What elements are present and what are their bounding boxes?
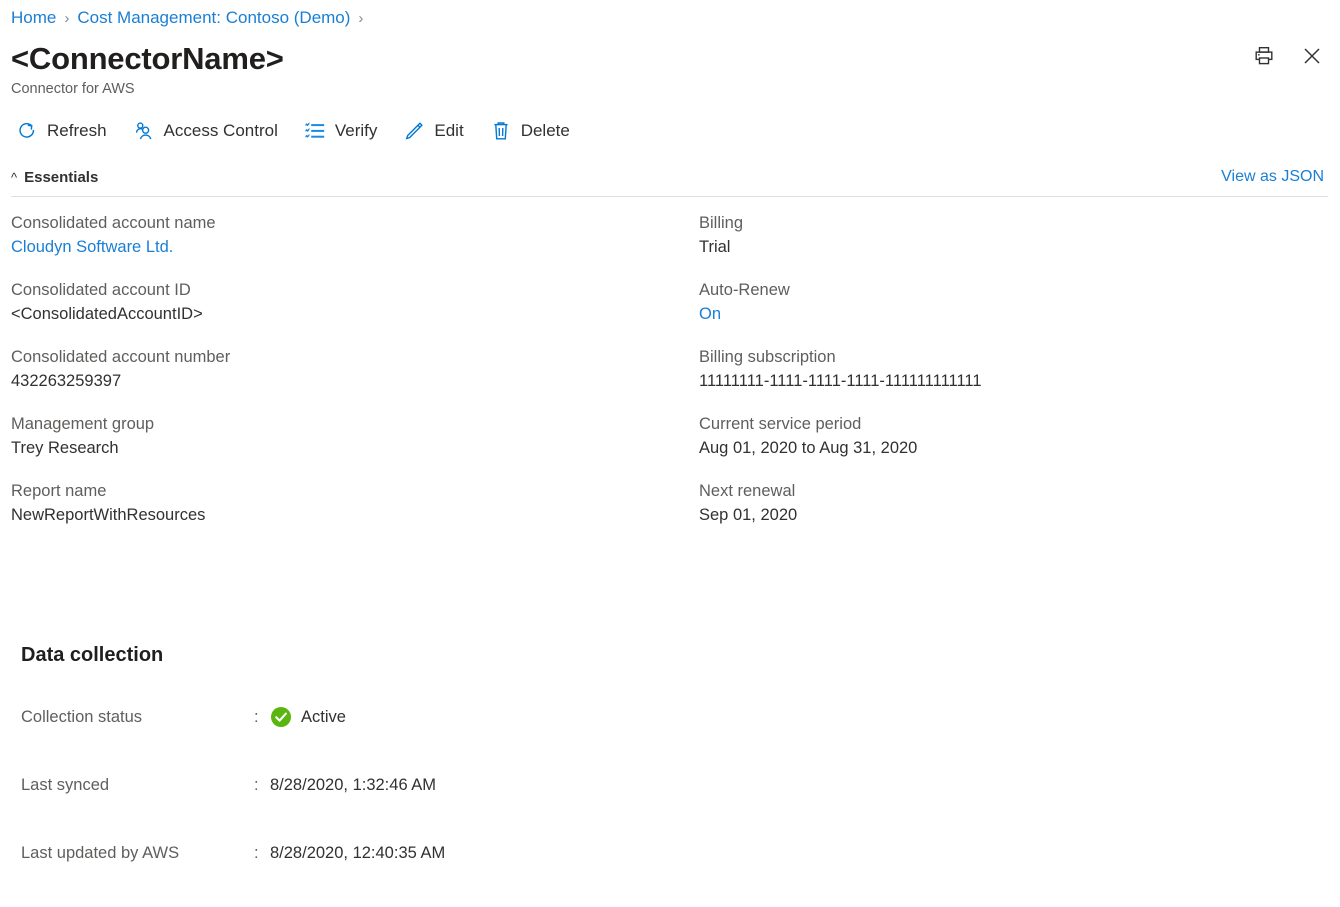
row-label: Last synced bbox=[21, 776, 254, 795]
edit-pencil-icon bbox=[403, 120, 425, 142]
essentials-field: Report name NewReportWithResources bbox=[11, 479, 670, 528]
row-value-wrap: Active bbox=[270, 706, 346, 728]
field-value[interactable]: On bbox=[699, 302, 1340, 327]
field-key: Auto-Renew bbox=[699, 278, 1340, 302]
data-collection-rows: Collection status : Active Last synced :… bbox=[21, 703, 445, 867]
essentials-body: Consolidated account name Cloudyn Softwa… bbox=[0, 197, 1340, 211]
refresh-icon bbox=[16, 120, 38, 142]
breadcrumb: Home › Cost Management: Contoso (Demo) › bbox=[0, 0, 1340, 31]
essentials-field: Consolidated account name Cloudyn Softwa… bbox=[11, 211, 670, 260]
command-bar: Refresh Access Control bbox=[0, 97, 1340, 149]
verify-button[interactable]: Verify bbox=[304, 120, 378, 142]
essentials-field: Current service period Aug 01, 2020 to A… bbox=[699, 412, 1340, 461]
row-colon: : bbox=[254, 844, 270, 863]
access-control-button[interactable]: Access Control bbox=[133, 120, 278, 142]
essentials-field: Billing Trial bbox=[699, 211, 1340, 260]
row-label: Collection status bbox=[21, 708, 254, 727]
field-key: Next renewal bbox=[699, 479, 1340, 503]
refresh-label: Refresh bbox=[47, 121, 107, 141]
edit-label: Edit bbox=[434, 121, 463, 141]
essentials-field: Next renewal Sep 01, 2020 bbox=[699, 479, 1340, 528]
row-value: 8/28/2020, 12:40:35 AM bbox=[270, 844, 445, 863]
delete-button[interactable]: Delete bbox=[490, 120, 570, 142]
delete-label: Delete bbox=[521, 121, 570, 141]
status-badge: Active bbox=[301, 708, 346, 727]
field-key: Consolidated account ID bbox=[11, 278, 670, 302]
field-key: Billing subscription bbox=[699, 345, 1340, 369]
verify-label: Verify bbox=[335, 121, 378, 141]
view-as-json-link[interactable]: View as JSON bbox=[1221, 168, 1324, 186]
essentials-column-left: Consolidated account name Cloudyn Softwa… bbox=[0, 211, 670, 546]
field-value: Sep 01, 2020 bbox=[699, 503, 1340, 528]
data-collection-title: Data collection bbox=[21, 644, 445, 667]
row-colon: : bbox=[254, 708, 270, 727]
collection-status-row: Collection status : Active bbox=[21, 703, 445, 731]
title-area: <ConnectorName> Connector for AWS bbox=[0, 31, 1340, 97]
field-key: Consolidated account name bbox=[11, 211, 670, 235]
field-key: Report name bbox=[11, 479, 670, 503]
print-icon[interactable] bbox=[1251, 43, 1277, 69]
refresh-button[interactable]: Refresh bbox=[16, 120, 107, 142]
access-control-icon bbox=[133, 120, 155, 142]
close-icon[interactable] bbox=[1299, 43, 1325, 69]
essentials-label: Essentials bbox=[24, 169, 98, 186]
last-updated-by-aws-row: Last updated by AWS : 8/28/2020, 12:40:3… bbox=[21, 839, 445, 867]
verify-checklist-icon bbox=[304, 120, 326, 142]
essentials-field: Billing subscription 11111111-1111-1111-… bbox=[699, 345, 1340, 394]
field-value: 432263259397 bbox=[11, 369, 670, 394]
breadcrumb-item-cost-management[interactable]: Cost Management: Contoso (Demo) bbox=[77, 8, 350, 28]
row-value: 8/28/2020, 1:32:46 AM bbox=[270, 776, 436, 795]
breadcrumb-separator-icon-2: › bbox=[358, 10, 363, 27]
page-title: <ConnectorName> bbox=[11, 41, 1340, 77]
essentials-field: Consolidated account ID <ConsolidatedAcc… bbox=[11, 278, 670, 327]
field-key: Billing bbox=[699, 211, 1340, 235]
essentials-field: Consolidated account number 432263259397 bbox=[11, 345, 670, 394]
row-label: Last updated by AWS bbox=[21, 844, 254, 863]
breadcrumb-item-home[interactable]: Home bbox=[11, 8, 56, 28]
data-collection-section: Data collection Collection status : Acti… bbox=[0, 600, 445, 907]
field-value: <ConsolidatedAccountID> bbox=[11, 302, 670, 327]
essentials-header: ^ Essentials View as JSON bbox=[0, 165, 1340, 189]
field-value: NewReportWithResources bbox=[11, 503, 670, 528]
breadcrumb-separator-icon: › bbox=[64, 10, 69, 27]
last-synced-row: Last synced : 8/28/2020, 1:32:46 AM bbox=[21, 771, 445, 799]
field-key: Current service period bbox=[699, 412, 1340, 436]
field-key: Consolidated account number bbox=[11, 345, 670, 369]
chevron-up-icon: ^ bbox=[11, 171, 17, 184]
field-value: Aug 01, 2020 to Aug 31, 2020 bbox=[699, 436, 1340, 461]
row-colon: : bbox=[254, 776, 270, 795]
delete-trash-icon bbox=[490, 120, 512, 142]
field-value: Trial bbox=[699, 235, 1340, 260]
essentials-field: Management group Trey Research bbox=[11, 412, 670, 461]
field-value: Trey Research bbox=[11, 436, 670, 461]
page-subtitle: Connector for AWS bbox=[11, 81, 1340, 97]
essentials-column-right: Billing Trial Auto-Renew On Billing subs… bbox=[688, 211, 1340, 546]
essentials-grid: Consolidated account name Cloudyn Softwa… bbox=[0, 197, 1340, 211]
field-value: 11111111-1111-1111-1111-111111111111 bbox=[699, 369, 1340, 394]
essentials-toggle[interactable]: ^ Essentials bbox=[11, 169, 98, 186]
success-check-icon bbox=[270, 706, 292, 728]
connector-details-blade: Home › Cost Management: Contoso (Demo) ›… bbox=[0, 0, 1340, 881]
field-value[interactable]: Cloudyn Software Ltd. bbox=[11, 235, 670, 260]
field-key: Management group bbox=[11, 412, 670, 436]
essentials-field: Auto-Renew On bbox=[699, 278, 1340, 327]
access-control-label: Access Control bbox=[164, 121, 278, 141]
title-actions bbox=[1251, 43, 1325, 69]
edit-button[interactable]: Edit bbox=[403, 120, 463, 142]
